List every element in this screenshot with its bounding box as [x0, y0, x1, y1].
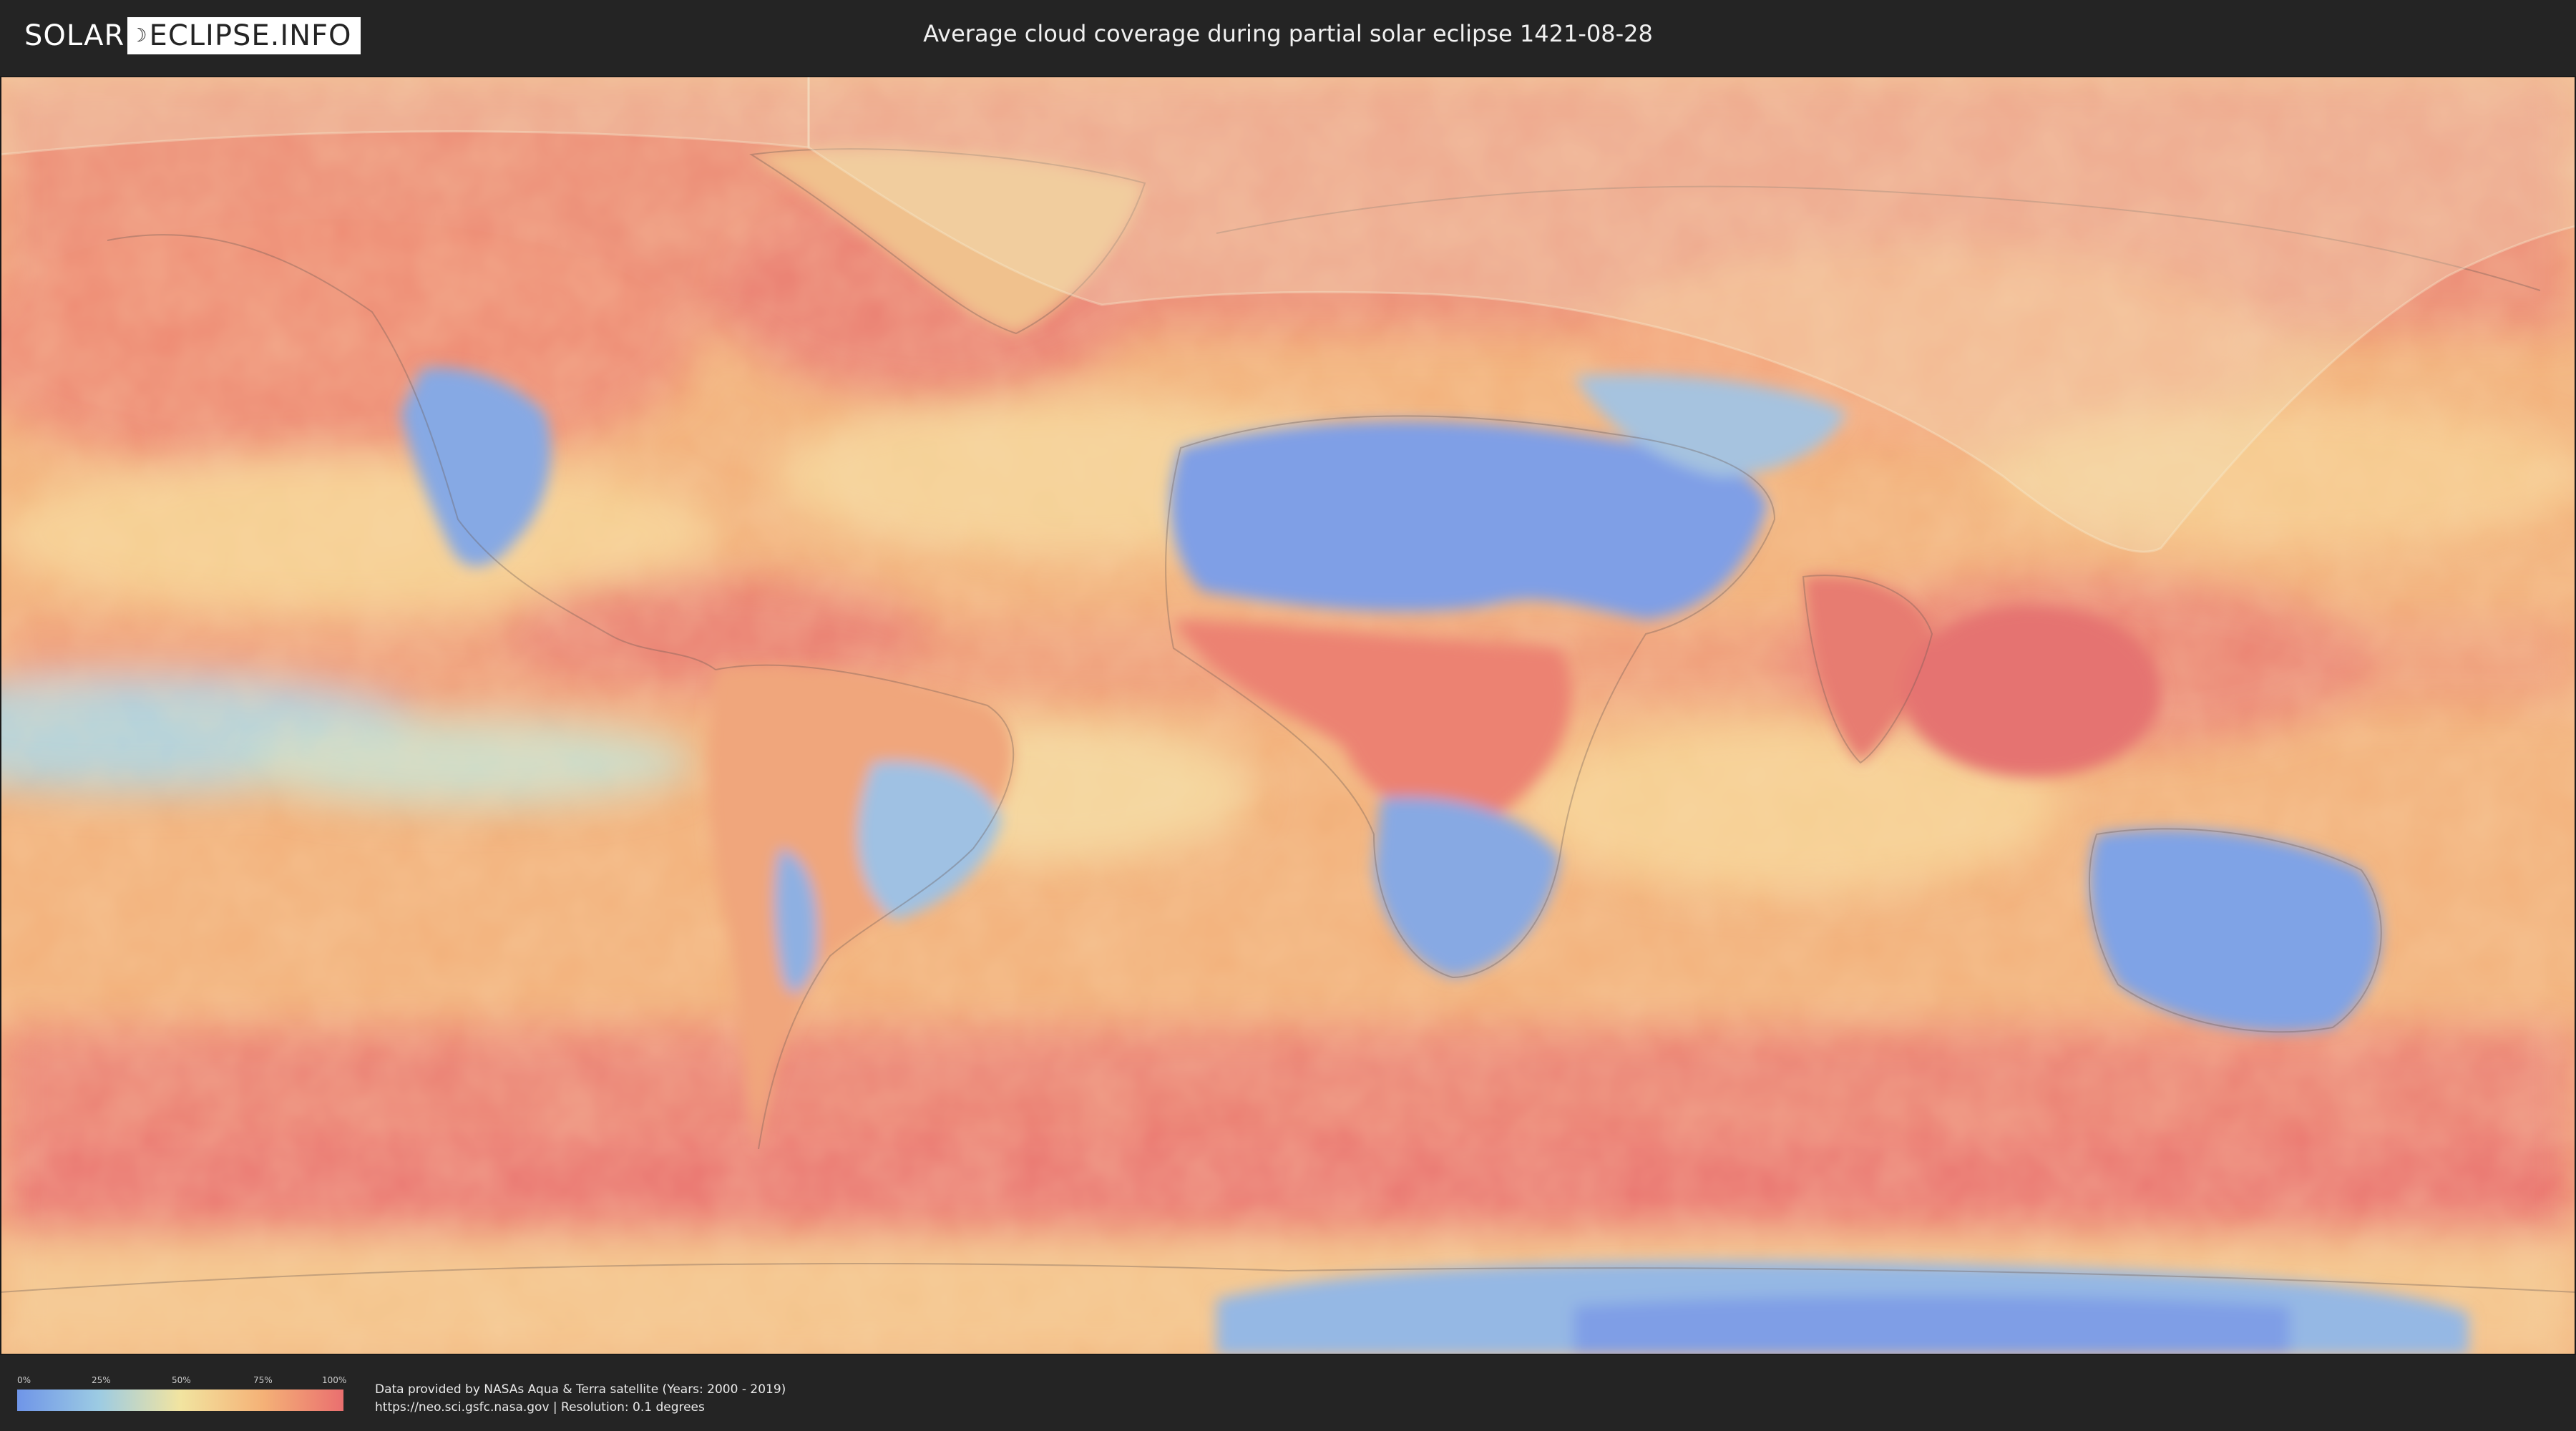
legend-label-75: 75% — [253, 1375, 273, 1385]
credit-line-2[interactable]: https://neo.sci.gsfc.nasa.gov | Resoluti… — [375, 1399, 786, 1417]
legend-label-0: 0% — [17, 1375, 31, 1385]
legend-labels: 0% 25% 50% 75% 100% — [17, 1375, 347, 1387]
data-credits: Data provided by NASAs Aqua & Terra sate… — [375, 1381, 786, 1417]
page-title: Average cloud coverage during partial so… — [923, 20, 1653, 47]
legend-label-50: 50% — [172, 1375, 191, 1385]
cloud-coverage-map[interactable] — [0, 76, 2576, 1355]
legend-label-100: 100% — [322, 1375, 347, 1385]
credit-line-1: Data provided by NASAs Aqua & Terra sate… — [375, 1382, 786, 1397]
legend-color-scale — [17, 1390, 343, 1411]
footer-bar: 0% 25% 50% 75% 100% Data provided by NAS… — [0, 1359, 2576, 1431]
header-bar: SOLAR ☽ ECLIPSE.INFO Average cloud cover… — [0, 0, 2576, 72]
legend-label-25: 25% — [92, 1375, 111, 1385]
